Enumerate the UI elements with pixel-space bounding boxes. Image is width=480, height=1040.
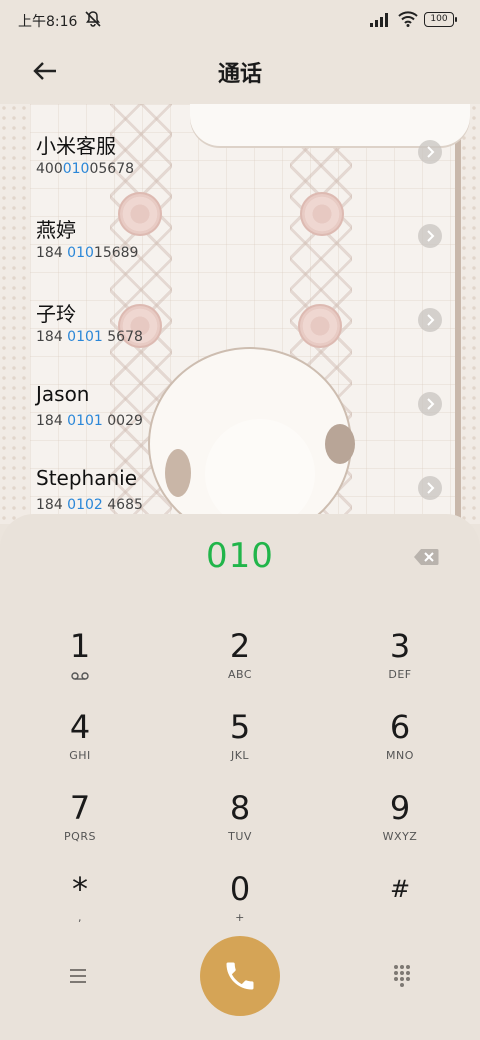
contact-name: Stephanie	[36, 466, 138, 490]
status-time: 上午8:16	[18, 14, 78, 30]
phone-icon	[226, 962, 254, 990]
dial-key-2[interactable]: 2 ABC	[180, 626, 300, 696]
dial-key-9[interactable]: 9 WXYZ	[340, 788, 460, 858]
contact-name: Jason	[36, 382, 90, 406]
dial-key-8[interactable]: 8 TUV	[180, 788, 300, 858]
wifi-icon	[398, 11, 418, 27]
contact-number: 184 0102 4685	[36, 497, 143, 513]
chevron-right-icon[interactable]	[418, 308, 442, 332]
chevron-right-icon[interactable]	[418, 224, 442, 248]
chevron-right-icon[interactable]	[418, 140, 442, 164]
dial-key-6[interactable]: 6 MNO	[340, 707, 460, 777]
page-title: 通话	[217, 62, 262, 87]
dial-key-3[interactable]: 3 DEF	[340, 626, 460, 696]
chevron-right-icon[interactable]	[418, 392, 442, 416]
dialpad-icon[interactable]	[392, 964, 412, 988]
dial-key-0[interactable]: 0 +	[180, 869, 300, 939]
battery-icon: 100	[424, 12, 457, 27]
dialed-number-display: 010	[206, 536, 274, 576]
dial-key-5[interactable]: 5 JKL	[180, 707, 300, 777]
dial-key-hash[interactable]: #	[340, 869, 460, 939]
dial-key-7[interactable]: 7 PQRS	[20, 788, 140, 858]
contact-number: 184 0101 5678	[36, 329, 143, 345]
voicemail-icon	[71, 672, 89, 680]
contact-result-item[interactable]: Jason 184 0101 0029	[36, 382, 456, 466]
contact-number: 40001005678	[36, 161, 135, 177]
mute-icon	[85, 11, 101, 27]
contact-name: 小米客服	[36, 134, 116, 158]
call-button[interactable]	[200, 936, 280, 1016]
menu-icon[interactable]	[67, 967, 89, 985]
contact-number: 184 0101 0029	[36, 413, 143, 429]
app-header: 通话	[0, 40, 480, 104]
backspace-icon[interactable]	[413, 548, 439, 566]
contact-result-item[interactable]: 子玲 184 0101 5678	[36, 298, 456, 382]
dial-key-1[interactable]: 1	[20, 626, 140, 696]
signal-icon	[370, 13, 388, 27]
status-bar: 上午8:16 100	[0, 0, 480, 40]
dial-key-star[interactable]: * ,	[20, 869, 140, 939]
contact-result-item[interactable]: 燕婷 184 01015689	[36, 214, 456, 298]
chevron-right-icon[interactable]	[418, 476, 442, 500]
contact-result-item[interactable]: 小米客服 40001005678	[36, 130, 456, 214]
contact-name: 子玲	[36, 302, 76, 326]
contact-number: 184 01015689	[36, 245, 139, 261]
contact-name: 燕婷	[36, 218, 76, 242]
dialpad-sheet: 010 1 2 ABC 3 DEF 4 GHI 5 JKL 6 MNO 7 PQ…	[0, 514, 480, 1040]
dial-key-4[interactable]: 4 GHI	[20, 707, 140, 777]
